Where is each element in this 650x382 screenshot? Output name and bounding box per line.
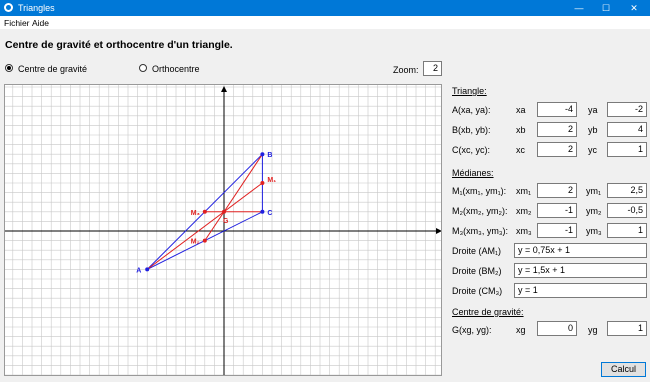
line-bm2-equation[interactable]: y = 1,5x + 1 bbox=[514, 263, 647, 278]
xc-label: xc bbox=[516, 145, 525, 155]
plot-area: A B C M₁ M₂ M₃ G bbox=[4, 84, 442, 376]
radio-orthocentre[interactable] bbox=[139, 64, 147, 72]
xa-input[interactable]: -4 bbox=[537, 102, 577, 117]
point-b-marker bbox=[260, 152, 265, 157]
line-cm3-equation[interactable]: y = 1 bbox=[514, 283, 647, 298]
yg-label: yg bbox=[588, 325, 598, 335]
m1-label: M₁(xm₁, ym₁): bbox=[452, 186, 507, 196]
line-bm2-label: Droite (BM₂) bbox=[452, 266, 502, 276]
centroid-label: G(xg, yg): bbox=[452, 325, 492, 335]
ym3-label: ym₃ bbox=[586, 226, 602, 236]
line-cm3-label: Droite (CM₃) bbox=[452, 286, 503, 296]
xg-input[interactable]: 0 bbox=[537, 321, 577, 336]
xb-input[interactable]: 2 bbox=[537, 122, 577, 137]
title-bar: Triangles — ☐ ✕ bbox=[0, 0, 650, 16]
point-g-label: G bbox=[223, 218, 229, 225]
xm2-input[interactable]: -1 bbox=[537, 203, 577, 218]
ym2-label: ym₂ bbox=[586, 206, 602, 216]
zoom-label: Zoom: bbox=[393, 65, 419, 75]
xm1-input[interactable]: 2 bbox=[537, 183, 577, 198]
window-title: Triangles bbox=[18, 3, 55, 13]
point-m2-label: M₂ bbox=[191, 239, 200, 246]
point-a-label: A bbox=[136, 267, 141, 274]
menu-bar: Fichier Aide bbox=[0, 16, 650, 29]
point-m3-label: M₃ bbox=[191, 210, 200, 217]
yg-input[interactable]: 1 bbox=[607, 321, 647, 336]
ya-label: ya bbox=[588, 105, 598, 115]
ym1-label: ym₁ bbox=[586, 186, 602, 196]
point-c-label: C bbox=[267, 210, 272, 217]
point-m2-marker bbox=[202, 238, 207, 243]
point-m3-marker bbox=[202, 209, 207, 214]
xm3-input[interactable]: -1 bbox=[537, 223, 577, 238]
maximize-button[interactable]: ☐ bbox=[593, 0, 619, 16]
calcul-button[interactable]: Calcul bbox=[601, 362, 646, 377]
xm3-label: xm₃ bbox=[516, 226, 532, 236]
yc-label: yc bbox=[588, 145, 597, 155]
ym1-input[interactable]: 2,5 bbox=[607, 183, 647, 198]
ya-input[interactable]: -2 bbox=[607, 102, 647, 117]
minimize-button[interactable]: — bbox=[566, 0, 592, 16]
medians-section-title: Médianes: bbox=[452, 168, 494, 178]
xb-label: xb bbox=[516, 125, 526, 135]
line-am1-equation[interactable]: y = 0,75x + 1 bbox=[514, 243, 647, 258]
m3-label: M₃(xm₃, ym₃): bbox=[452, 226, 508, 236]
line-am1-label: Droite (AM₁) bbox=[452, 246, 502, 256]
centroid-section-title: Centre de gravité: bbox=[452, 307, 524, 317]
point-b-label: B(xb, yb): bbox=[452, 125, 491, 135]
xc-input[interactable]: 2 bbox=[537, 142, 577, 157]
m2-label: M₂(xm₂, ym₂): bbox=[452, 206, 508, 216]
point-g-marker bbox=[222, 209, 226, 214]
triangle-section-title: Triangle: bbox=[452, 86, 487, 96]
menu-aide[interactable]: Aide bbox=[32, 18, 49, 28]
close-button[interactable]: ✕ bbox=[621, 0, 647, 16]
point-b-label: B bbox=[267, 152, 272, 159]
point-c-marker bbox=[260, 209, 265, 214]
point-a-label: A(xa, ya): bbox=[452, 105, 491, 115]
xa-label: xa bbox=[516, 105, 526, 115]
radio-orthocentre-label[interactable]: Orthocentre bbox=[152, 64, 200, 74]
app-icon bbox=[4, 3, 13, 12]
ym2-input[interactable]: -0,5 bbox=[607, 203, 647, 218]
zoom-input[interactable]: 2 bbox=[423, 61, 442, 76]
xg-label: xg bbox=[516, 325, 526, 335]
point-m1-label: M₁ bbox=[267, 177, 276, 184]
triangle-points: A B C M₁ M₂ M₃ G bbox=[136, 152, 276, 274]
menu-fichier[interactable]: Fichier bbox=[4, 18, 30, 28]
yb-input[interactable]: 4 bbox=[607, 122, 647, 137]
xm2-label: xm₂ bbox=[516, 206, 532, 216]
radio-centre-gravite-label[interactable]: Centre de gravité bbox=[18, 64, 87, 74]
plot-svg: A B C M₁ M₂ M₃ G bbox=[5, 85, 441, 375]
ym3-input[interactable]: 1 bbox=[607, 223, 647, 238]
x-axis-arrow-icon bbox=[436, 228, 441, 234]
page-title: Centre de gravité et orthocentre d'un tr… bbox=[5, 39, 233, 51]
point-c-label: C(xc, yc): bbox=[452, 145, 490, 155]
xm1-label: xm₁ bbox=[516, 186, 532, 196]
point-m1-marker bbox=[260, 181, 265, 185]
point-a-marker bbox=[145, 267, 150, 272]
yc-input[interactable]: 1 bbox=[607, 142, 647, 157]
yb-label: yb bbox=[588, 125, 598, 135]
radio-centre-gravite[interactable] bbox=[5, 64, 13, 72]
